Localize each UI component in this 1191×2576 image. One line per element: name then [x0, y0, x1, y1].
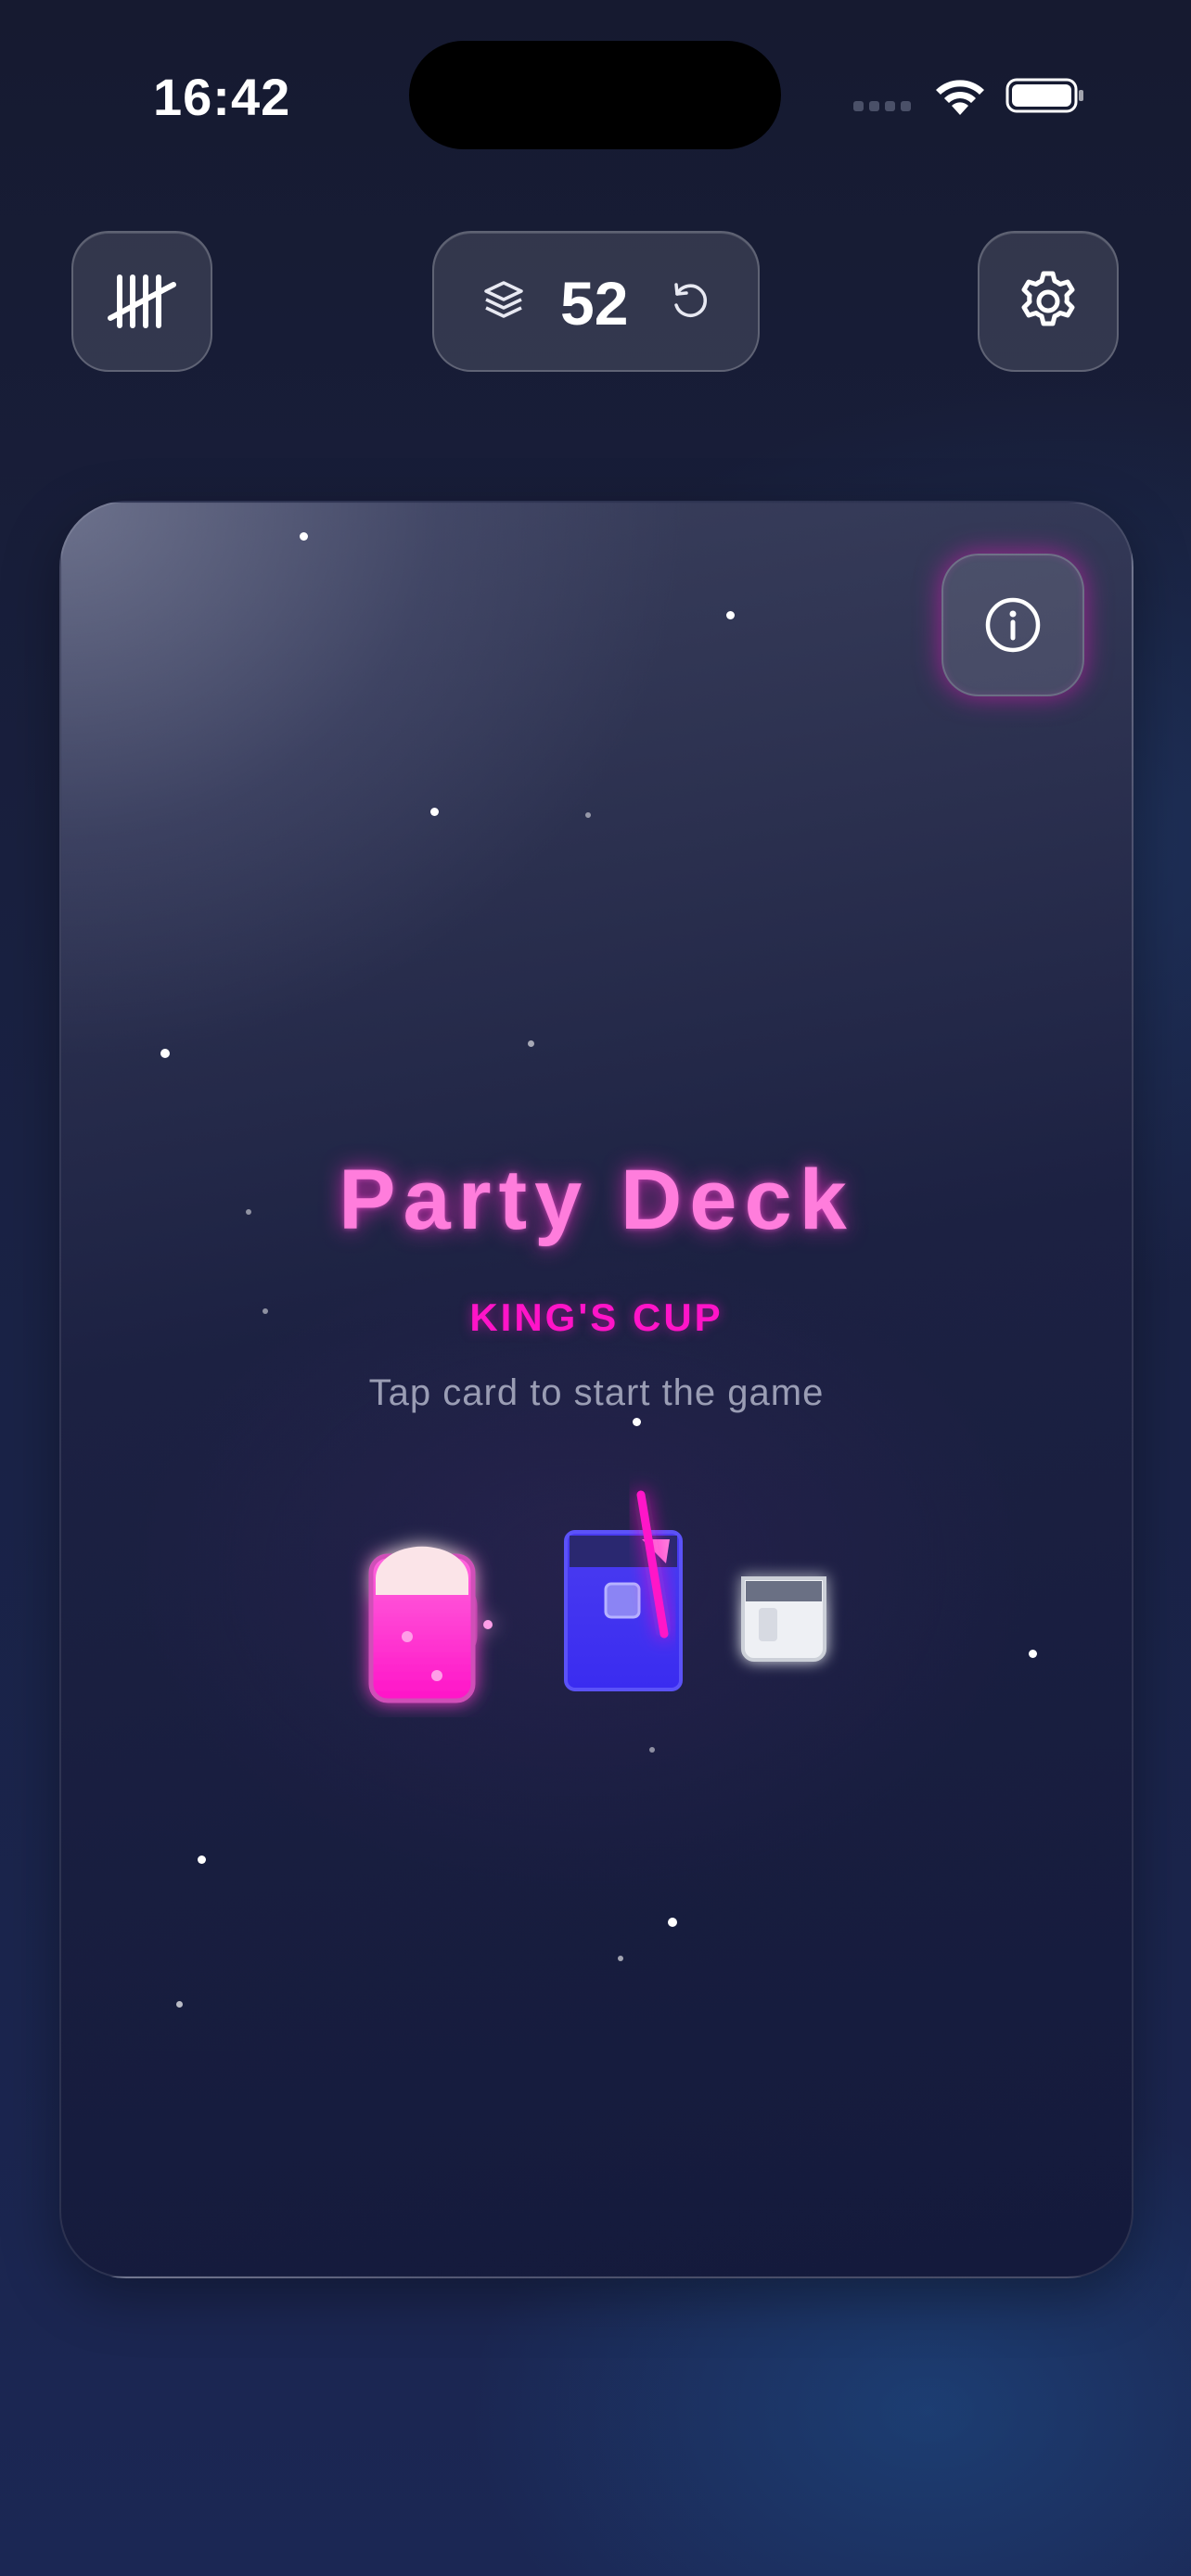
game-card[interactable]: Party Deck KING'S CUP Tap card to start … [59, 501, 1133, 2278]
status-bar: 16:42 [0, 0, 1191, 185]
cocktail-glass-icon [564, 1490, 683, 1691]
star [633, 1418, 641, 1426]
star [618, 1956, 623, 1961]
settings-button[interactable] [978, 231, 1119, 372]
gear-icon [1021, 271, 1075, 326]
rotate-ccw-icon[interactable] [669, 279, 711, 322]
star [430, 808, 439, 816]
star [668, 1918, 677, 1927]
dynamic-island [409, 41, 781, 149]
star [160, 1049, 170, 1058]
shot-glass-icon [741, 1576, 826, 1662]
star [300, 532, 308, 541]
star [585, 812, 591, 818]
wifi-icon [936, 80, 984, 115]
start-hint: Tap card to start the game [368, 1372, 825, 1413]
game-mode-label: KING'S CUP [469, 1295, 724, 1339]
star [649, 1747, 655, 1753]
scoreboard-button[interactable] [71, 231, 212, 372]
status-time: 16:42 [153, 68, 291, 126]
star [726, 611, 735, 619]
deck-counter: 52 [432, 231, 760, 372]
battery-icon [1005, 78, 1083, 113]
tally-marks-icon [108, 274, 176, 328]
game-title: Party Deck [339, 1153, 854, 1247]
star [198, 1855, 206, 1864]
cellular-signal-icon [853, 101, 911, 111]
layers-icon [484, 281, 523, 318]
beer-mug-icon [368, 1546, 493, 1703]
info-button[interactable] [941, 554, 1084, 696]
star [176, 2001, 183, 2008]
deck-count: 52 [560, 269, 629, 338]
star [528, 1040, 534, 1047]
info-circle-icon [985, 597, 1041, 653]
drinks-illustration [368, 1490, 826, 1703]
